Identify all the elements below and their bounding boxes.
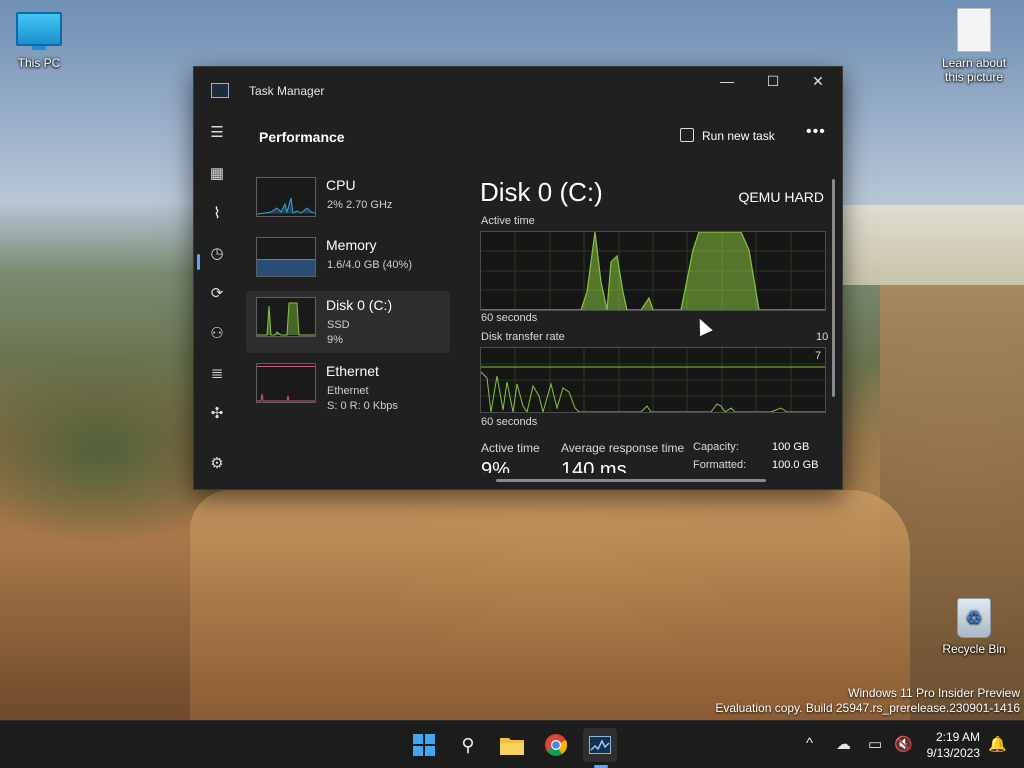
desktop-icon-recycle-bin[interactable]: ♻ Recycle Bin xyxy=(936,598,1012,656)
stat-active-time-label: Active time xyxy=(481,441,540,455)
capacity-value: 100 GB xyxy=(772,441,810,453)
device-detail: 1.6/4.0 GB (40%) xyxy=(327,259,412,271)
window-title: Task Manager xyxy=(249,84,325,98)
users-icon[interactable]: ⚇ xyxy=(202,319,232,349)
details-icon[interactable]: ≣ xyxy=(202,359,232,389)
desktop-icon-label: Learn about this picture xyxy=(941,56,1007,84)
maximize-button[interactable]: ☐ xyxy=(750,67,796,97)
processes-icon[interactable]: ▦ xyxy=(202,159,232,189)
horizontal-scrollbar[interactable] xyxy=(496,479,766,482)
transfer-rate-marker: 7 xyxy=(815,350,822,362)
device-detail: Ethernet xyxy=(327,385,369,397)
clock-time: 2:19 AM xyxy=(935,730,980,744)
chrome-icon xyxy=(545,734,568,756)
disk-sparkline xyxy=(256,297,316,337)
device-item-cpu[interactable]: CPU 2% 2.70 GHz xyxy=(246,171,450,233)
task-manager-window: Task Manager — ☐ ✕ ☰ ▦ ⌇ ◷ ⟳ ⚇ ≣ ✣ ⚙ Per… xyxy=(193,66,843,490)
device-name: Ethernet xyxy=(326,363,379,379)
nav-active-indicator xyxy=(197,254,200,270)
transfer-rate-chart-label: Disk transfer rate xyxy=(481,331,565,343)
active-time-chart-label: Active time xyxy=(481,215,535,227)
desktop-icon-label: Recycle Bin xyxy=(942,642,1006,656)
hamburger-menu-icon[interactable]: ☰ xyxy=(202,118,232,148)
chrome-button[interactable] xyxy=(539,728,573,762)
page-title: Performance xyxy=(259,129,345,145)
device-name: Disk 0 (C:) xyxy=(326,297,393,313)
desktop-icon-learn-about-picture[interactable]: Learn about this picture xyxy=(936,8,1012,84)
device-item-memory[interactable]: Memory 1.6/4.0 GB (40%) xyxy=(246,231,450,293)
start-icon xyxy=(413,734,435,756)
transfer-rate-max-label: 10 xyxy=(816,331,829,343)
services-icon[interactable]: ✣ xyxy=(202,399,232,429)
clock-date: 9/13/2023 xyxy=(926,746,980,760)
transfer-rate-chart: 7 xyxy=(480,347,826,413)
task-manager-taskbar-button[interactable] xyxy=(583,728,617,762)
disk-detail-pane: Disk 0 (C:) QEMU HARD Active time 60 sec… xyxy=(480,171,828,489)
capacity-label: Capacity: xyxy=(693,441,739,453)
onedrive-cloud-icon[interactable]: ☁ xyxy=(836,735,851,753)
device-detail: SSD xyxy=(327,319,350,331)
document-icon xyxy=(957,8,991,52)
more-options-button[interactable]: ••• xyxy=(806,123,826,141)
run-new-task-label: Run new task xyxy=(702,129,775,143)
search-icon: ⚲ xyxy=(461,735,475,755)
disk-model: QEMU HARD xyxy=(738,189,824,205)
active-time-chart xyxy=(480,231,826,311)
ethernet-sparkline xyxy=(256,363,316,403)
recycle-bin-icon: ♻ xyxy=(957,598,991,638)
title-bar[interactable]: Task Manager — ☐ ✕ xyxy=(194,67,842,113)
watermark-line-1: Windows 11 Pro Insider Preview xyxy=(848,686,1020,700)
watermark-line-2: Evaluation copy. Build 25947.rs_prerelea… xyxy=(715,701,1020,715)
stat-active-time-value: 9% xyxy=(481,459,510,473)
command-bar: Performance Run new task ••• xyxy=(246,113,842,161)
run-task-icon xyxy=(680,128,694,142)
navigation-rail: ☰ ▦ ⌇ ◷ ⟳ ⚇ ≣ ✣ ⚙ xyxy=(194,113,240,489)
settings-gear-icon[interactable]: ⚙ xyxy=(202,449,232,479)
stat-avg-response-label: Average response time xyxy=(561,441,685,455)
search-button[interactable]: ⚲ xyxy=(451,728,485,762)
memory-sparkline xyxy=(256,237,316,277)
wallpaper-town xyxy=(842,205,1024,285)
volume-muted-icon[interactable]: 🔇 xyxy=(894,735,913,753)
run-new-task-button[interactable]: Run new task xyxy=(680,128,775,148)
device-throughput: S: 0 R: 0 Kbps xyxy=(327,400,398,412)
vertical-scrollbar[interactable] xyxy=(832,179,835,397)
performance-icon[interactable]: ⌇ xyxy=(202,199,232,229)
file-explorer-icon xyxy=(500,738,524,755)
close-button[interactable]: ✕ xyxy=(795,67,841,97)
cpu-sparkline xyxy=(256,177,316,217)
start-button[interactable] xyxy=(407,728,441,762)
stat-avg-response-value: 140 ms xyxy=(561,459,627,473)
desktop-icon-this-pc[interactable]: This PC xyxy=(1,12,77,70)
computer-icon xyxy=(16,12,62,50)
task-manager-app-icon xyxy=(211,83,229,98)
device-name: Memory xyxy=(326,237,377,253)
startup-apps-icon[interactable]: ⟳ xyxy=(202,279,232,309)
formatted-label: Formatted: xyxy=(693,459,747,471)
desktop-icon-label: This PC xyxy=(17,56,61,70)
device-name: CPU xyxy=(326,177,356,193)
performance-device-list: CPU 2% 2.70 GHz Memory 1.6/4.0 GB (40%) … xyxy=(246,171,452,489)
show-hidden-icons-chevron-icon[interactable]: ^ xyxy=(806,735,813,752)
file-explorer-button[interactable] xyxy=(495,728,529,762)
windows-watermark: Windows 11 Pro Insider Preview Evaluatio… xyxy=(715,686,1020,716)
minimize-button[interactable]: — xyxy=(704,67,750,97)
device-item-disk-0[interactable]: Disk 0 (C:) SSD 9% xyxy=(246,291,450,353)
taskbar: ⚲ ^ ☁ ▭ 🔇 2:19 AM 9/13/2023 🔔 xyxy=(0,720,1024,768)
formatted-value: 100.0 GB xyxy=(772,459,819,471)
transfer-rate-axis-label: 60 seconds xyxy=(481,416,538,428)
task-manager-icon xyxy=(589,736,611,754)
device-detail: 2% 2.70 GHz xyxy=(327,199,393,211)
device-item-ethernet[interactable]: Ethernet Ethernet S: 0 R: 0 Kbps xyxy=(246,357,450,419)
app-history-icon[interactable]: ◷ xyxy=(202,239,232,269)
device-usage: 9% xyxy=(327,334,343,346)
network-display-icon[interactable]: ▭ xyxy=(868,735,882,753)
system-clock[interactable]: 2:19 AM 9/13/2023 xyxy=(927,729,980,761)
active-time-axis-label: 60 seconds xyxy=(481,312,538,324)
notification-bell-icon[interactable]: 🔔 xyxy=(988,735,1007,753)
disk-title: Disk 0 (C:) xyxy=(480,177,603,207)
